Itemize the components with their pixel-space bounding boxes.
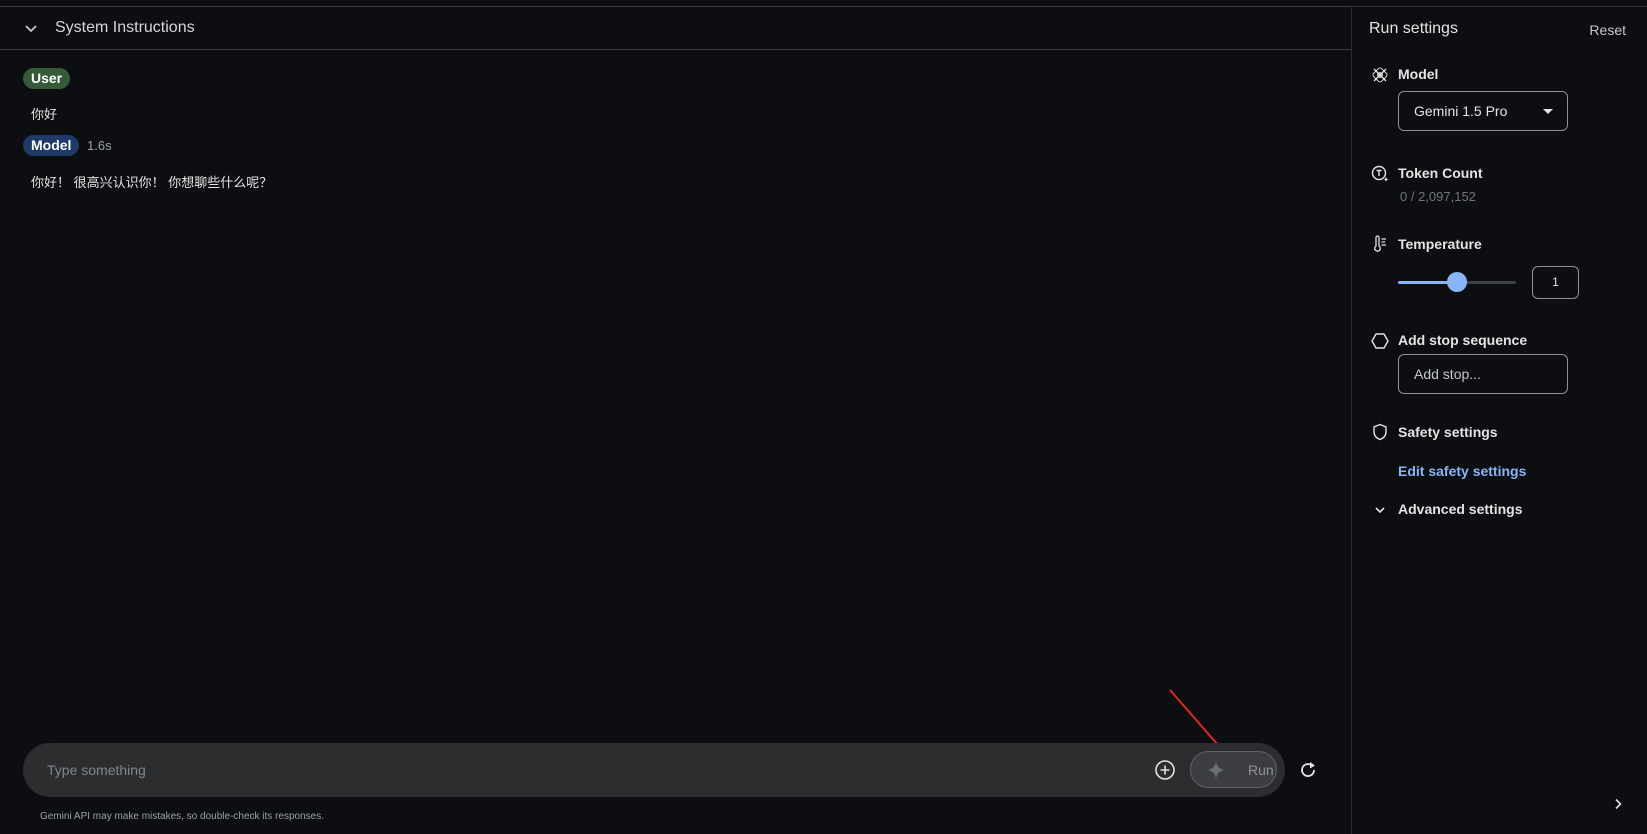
advanced-settings-toggle[interactable]: Advanced settings — [1398, 501, 1522, 517]
add-circle-icon[interactable] — [1153, 758, 1177, 782]
sparkle-icon — [1207, 761, 1225, 779]
response-time: 1.6s — [87, 138, 112, 153]
refresh-icon[interactable] — [1297, 759, 1319, 781]
user-message: 你好 — [31, 107, 58, 122]
safety-settings-label: Safety settings — [1398, 424, 1498, 440]
run-button[interactable]: Run — [1190, 751, 1277, 788]
run-settings-panel: Run settings Reset Model Gemini 1.5 Pro … — [1351, 7, 1647, 834]
chevron-right-icon[interactable] — [1610, 796, 1626, 812]
prompt-composer: Run — [23, 743, 1285, 797]
model-message: 你好！ 很高兴认识你！ 你想聊些什么呢？ — [31, 175, 273, 190]
user-role-chip: User — [23, 68, 71, 89]
temperature-slider-thumb[interactable] — [1447, 272, 1467, 292]
run-button-label: Run — [1248, 762, 1274, 778]
temperature-value-input[interactable]: 1 — [1532, 266, 1579, 299]
model-icon — [1372, 67, 1388, 83]
temperature-label: Temperature — [1398, 236, 1482, 252]
stop-sequence-label: Add stop sequence — [1398, 332, 1528, 348]
model-select[interactable]: Gemini 1.5 Pro — [1398, 91, 1568, 131]
chevron-down-icon[interactable] — [22, 19, 40, 37]
stop-sequence-input[interactable] — [1398, 354, 1568, 394]
system-instructions-header[interactable]: System Instructions — [0, 7, 1351, 50]
dropdown-caret-icon — [1543, 109, 1553, 114]
run-settings-title: Run settings — [1369, 20, 1458, 37]
model-selected-value: Gemini 1.5 Pro — [1414, 103, 1508, 119]
temperature-slider[interactable] — [1398, 272, 1516, 292]
system-instructions-title[interactable]: System Instructions — [55, 19, 195, 37]
token-count-label: Token Count — [1398, 165, 1483, 181]
edit-safety-settings-link[interactable]: Edit safety settings — [1398, 463, 1526, 479]
stop-hexagon-icon — [1371, 333, 1389, 349]
reset-button[interactable]: Reset — [1589, 22, 1626, 38]
shield-icon — [1373, 423, 1387, 441]
disclaimer-text: Gemini API may make mistakes, so double-… — [40, 811, 325, 822]
model-role-chip: Model — [23, 135, 80, 156]
thermometer-icon — [1374, 235, 1386, 252]
model-label: Model — [1398, 66, 1439, 82]
chevron-down-icon[interactable] — [1371, 501, 1389, 519]
token-icon — [1371, 165, 1389, 182]
chat-panel: System Instructions User 你好 Model 1.6s 你… — [0, 7, 1351, 834]
token-count-value: 0 / 2,097,152 — [1400, 189, 1476, 204]
prompt-input[interactable] — [47, 757, 1047, 783]
